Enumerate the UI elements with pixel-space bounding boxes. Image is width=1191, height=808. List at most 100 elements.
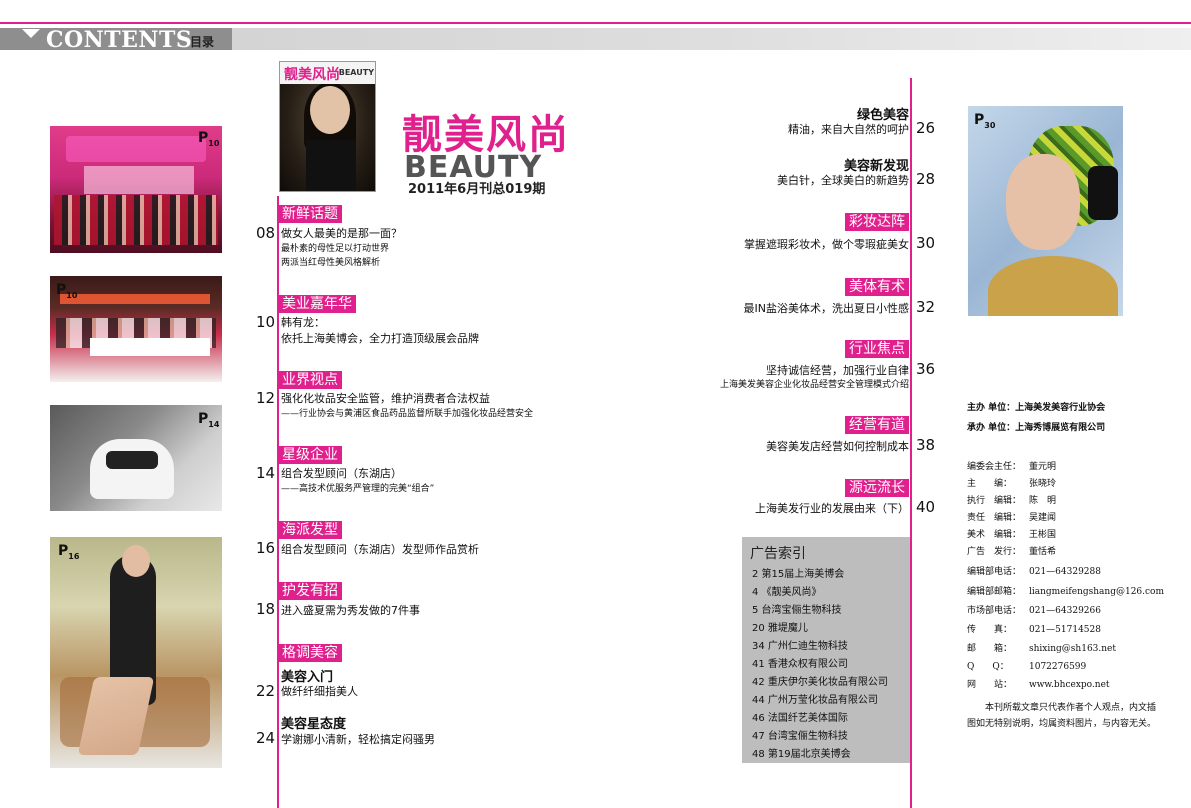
ad-item[interactable]: 2 第15届上海美博会	[752, 565, 844, 580]
disclaimer-note: 本刊所载文章只代表作者个人观点，内文插图如无特别说明，均属资料图片，与内容无关。	[967, 703, 1157, 729]
contents-subtitle: 目录	[190, 35, 215, 49]
header-notch	[22, 29, 40, 38]
ad-item[interactable]: 20 雅堤魔儿	[752, 619, 808, 634]
toc-entry[interactable]: 坚持诚信经营，加强行业自律	[766, 362, 909, 378]
toc-entry[interactable]: 精油，来自大自然的呵护	[788, 121, 909, 137]
staff-line: 市场部电话： 021—64329266	[967, 606, 1101, 616]
toc-entry[interactable]: 组合发型顾问（东湖店）发型师作品赏析	[281, 541, 479, 557]
photo-conference: P10	[50, 276, 222, 382]
ad-item[interactable]: 47 台湾宝俪生物科技	[752, 727, 848, 742]
section-tag: 彩妆达阵	[845, 211, 909, 231]
ad-item[interactable]: 48 第19届北京美博会	[752, 745, 851, 760]
toc-subline: 最朴素的母性足以打动世界	[281, 244, 390, 254]
photo-crowd	[54, 195, 218, 245]
staff-line: 邮 箱： shixing@sh163.net	[967, 644, 1116, 654]
page-number: 22	[256, 682, 276, 700]
divider-left	[277, 196, 279, 808]
ad-item[interactable]: 42 重庆伊尔美化妆品有限公司	[752, 673, 888, 688]
toc-entry[interactable]: 上海美发行业的发展由来（下）	[755, 500, 909, 516]
section-tag: 美体有术	[845, 276, 909, 296]
toc-entry[interactable]: 韩有龙：	[281, 314, 325, 330]
ad-item[interactable]: 5 台湾宝俪生物科技	[752, 601, 842, 616]
cover-masthead: 靓美风尚 BEAUTY	[280, 62, 375, 84]
contents-title: CONTENTS	[46, 27, 193, 53]
toc-subsection-title: 美容星态度	[281, 717, 347, 732]
photo-face	[1006, 154, 1080, 250]
ad-item[interactable]: 41 香港众权有限公司	[752, 655, 848, 670]
staff-line: 执行 编辑：陈 明	[967, 496, 1057, 506]
toc-entry[interactable]: 美容美发店经营如何控制成本	[766, 438, 909, 454]
page-number: 14	[256, 464, 276, 482]
section-tag: 经营有道	[845, 414, 909, 434]
section-tag: 美业嘉年华	[278, 293, 356, 313]
photo-ceremony-sign	[84, 166, 194, 194]
divider-right	[910, 78, 912, 808]
toc-subline: ——行业协会与黄浦区食品药品监督所联手加强化妆品经营安全	[281, 409, 534, 419]
issue-label: 2011年6月刊总019期	[408, 182, 546, 197]
host-line: 主办 单位：上海美发美容行业协会	[967, 403, 1106, 413]
staff-line: 编辑部电话： 021—64329288	[967, 567, 1101, 577]
section-tag: 新鲜话题	[278, 203, 342, 223]
magazine-cover: 靓美风尚 BEAUTY	[279, 61, 376, 192]
toc-entry[interactable]: 强化化妆品安全监管，维护消费者合法权益	[281, 390, 490, 406]
toc-entry[interactable]: 美白针，全球美白的新趋势	[777, 172, 909, 188]
top-rule	[0, 22, 1191, 24]
toc-entry[interactable]: 最IN盐浴美体术，洗出夏日小性感	[744, 300, 909, 316]
page-number: 30	[916, 234, 936, 252]
staff-line: 编辑部邮箱： liangmeifengshang@126.com	[967, 587, 1165, 597]
photo-banner	[66, 136, 206, 162]
page-number: 08	[256, 224, 276, 242]
section-tag: 护发有招	[278, 580, 342, 600]
toc-entry[interactable]: 进入盛夏需为秀发做的7件事	[281, 602, 420, 618]
page-number: 18	[256, 600, 276, 618]
ad-item[interactable]: 34 广州仁迪生物科技	[752, 637, 848, 652]
staff-line: 网 站： www.bhcexpo.net	[967, 680, 1110, 690]
staff-line: 编委会主任： 董元明	[967, 462, 1057, 472]
photo-head	[122, 545, 150, 577]
photo-salon: P14	[50, 405, 222, 511]
photo-salon-detail	[106, 451, 158, 469]
toc-entry[interactable]: 做纤纤细指美人	[281, 683, 358, 699]
toc-entry[interactable]: 组合发型顾问（东湖店）	[281, 465, 402, 481]
page-number: 28	[916, 170, 936, 188]
staff-line: 主 编： 张晓玲	[967, 479, 1057, 489]
photo-table	[90, 338, 210, 356]
ad-item[interactable]: 44 广州万莹化妆品有限公司	[752, 691, 878, 706]
section-tag: 行业焦点	[845, 338, 909, 358]
staff-line: 传 真： 021—51714528	[967, 625, 1101, 635]
staff-line: 广告 发行： 董恬希	[967, 547, 1057, 557]
staff-line: 美术 编辑： 王彬国	[967, 530, 1057, 540]
page-badge: P14	[198, 411, 220, 429]
section-tag: 星级企业	[278, 444, 342, 464]
photo-body	[988, 256, 1118, 316]
organizer-line: 承办 单位：上海秀博展览有限公司	[967, 423, 1106, 433]
section-tag: 源远流长	[845, 477, 909, 497]
toc-entry[interactable]: 做女人最美的是那一面？	[281, 225, 402, 241]
page-number: 32	[916, 298, 936, 316]
cover-dress	[306, 140, 356, 191]
toc-entry[interactable]: 学谢娜小清新，轻松搞定闷骚男	[281, 731, 435, 747]
page-badge: P30	[974, 112, 996, 130]
toc-subline: 依托上海美博会，全力打造顶级展会品牌	[281, 332, 479, 345]
cover-face	[310, 86, 350, 134]
page-number: 36	[916, 360, 936, 378]
page-badge: P10	[56, 282, 78, 300]
page-number: 38	[916, 436, 936, 454]
page-badge: P10	[198, 130, 220, 148]
photo-sunglasses	[1088, 166, 1118, 220]
ad-item[interactable]: 46 法国纤艺美体国际	[752, 709, 848, 724]
page-number: 40	[916, 498, 936, 516]
toc-subline: ——高技术优服务严管理的完美“组合”	[281, 484, 435, 494]
toc-entry[interactable]: 掌握遮瑕彩妆术，做个零瑕疵美女	[744, 236, 909, 252]
photo-salon-chair	[90, 439, 174, 499]
ad-item[interactable]: 4 《靓美风尚》	[752, 583, 822, 598]
ad-index-box: 广告索引 2 第15届上海美博会 4 《靓美风尚》 5 台湾宝俪生物科技 20 …	[742, 537, 910, 763]
page-badge: P16	[58, 543, 80, 561]
photo-banner	[60, 294, 210, 304]
ad-index-title: 广告索引	[750, 546, 806, 562]
staff-line: 责任 编辑： 吴建闻	[967, 513, 1057, 523]
page-number: 16	[256, 539, 276, 557]
page-number: 10	[256, 313, 276, 331]
toc-subline: 上海美发美容企业化妆品经营安全管理模式介绍	[719, 380, 909, 390]
toc-subline: 两派当红母性美风格解析	[281, 258, 381, 268]
